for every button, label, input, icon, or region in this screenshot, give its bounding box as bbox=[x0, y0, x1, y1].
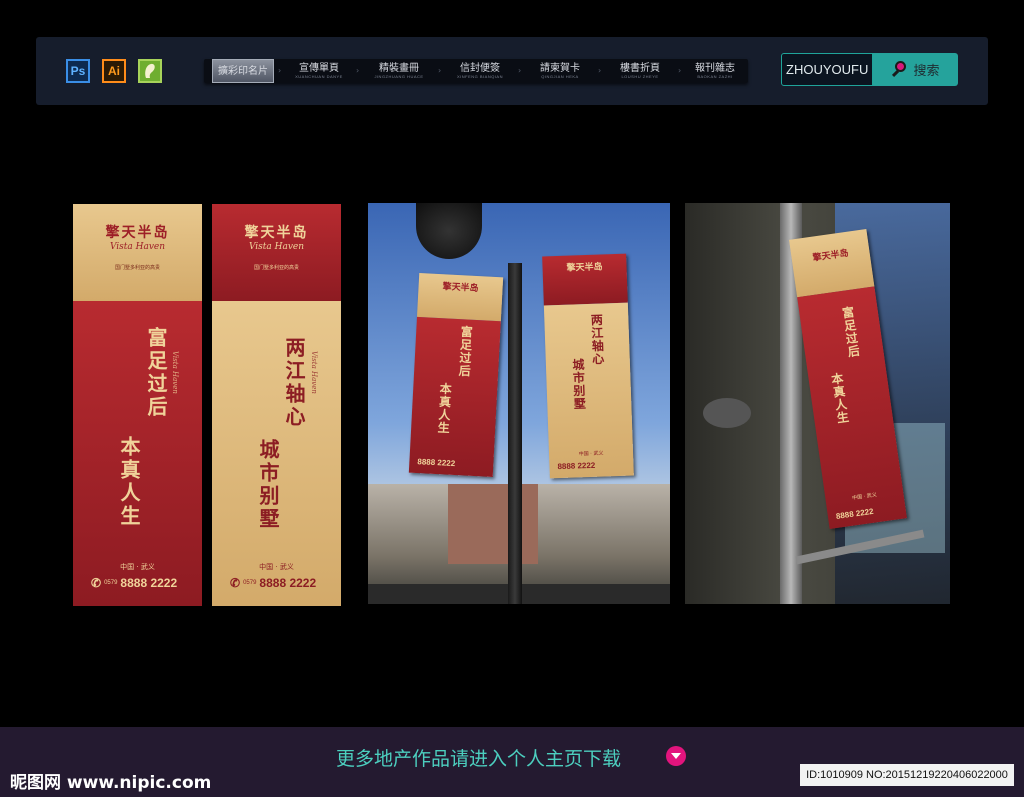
nav-item-magazines[interactable]: 報刊雜志 BAOKAN ZAZHI bbox=[684, 59, 746, 83]
banner-tagline: 国门墅多利亚的高贵 bbox=[114, 265, 160, 271]
lamp-head bbox=[703, 398, 751, 428]
banner-body: 富足过后 本真人生 Vista Haven 中国 · 武义 ✆ 0579 888… bbox=[73, 301, 202, 606]
nav-separator: › bbox=[598, 66, 602, 75]
banner-brand-script: Vista Haven bbox=[248, 242, 305, 252]
nav-item-invitations[interactable]: 請柬賀卡 QINGJIAN HEKA bbox=[524, 59, 596, 83]
banner-tagline: 国门墅多利亚的高贵 bbox=[253, 265, 299, 271]
search-input[interactable] bbox=[781, 53, 873, 86]
banner-body: 两江轴心 城市别墅 Vista Haven 中国 · 武义 ✆ 0579 888… bbox=[212, 301, 341, 606]
nav-separator: › bbox=[518, 66, 522, 75]
photoshop-icon[interactable]: Ps bbox=[66, 59, 90, 83]
banner-slogan-line1: 富足过后 bbox=[144, 327, 168, 419]
banner-slogan-line2: 本真人生 bbox=[117, 436, 141, 528]
banner-header: 擎天半岛 Vista Haven 国门墅多利亚的高贵 bbox=[212, 204, 341, 301]
search-button[interactable]: 搜索 bbox=[873, 53, 958, 86]
banner-script-text: Vista Haven bbox=[171, 351, 179, 394]
mockup-photo-building: 擎天半岛 富足过后 本真人生 中国 · 武义 8888 2222 bbox=[685, 203, 950, 604]
nav-separator: › bbox=[678, 66, 682, 75]
nav-separator: › bbox=[278, 66, 282, 75]
banner-location: 中国 · 武义 bbox=[120, 563, 155, 571]
chevron-down-icon[interactable] bbox=[666, 746, 686, 766]
banner-brand-script: Vista Haven bbox=[109, 242, 166, 252]
banner-location: 中国 · 武义 bbox=[259, 563, 294, 571]
category-nav: 擴彩印名片 › 宣傳單頁 XUANCHUAN DANYE › 精裝畫冊 JINGZH… bbox=[204, 59, 748, 83]
search-icon bbox=[891, 60, 909, 79]
lamp-pole bbox=[508, 263, 522, 604]
image-id-label: ID:1010909 NO:20151219220406022000 bbox=[800, 764, 1014, 786]
search-button-label: 搜索 bbox=[913, 64, 940, 79]
banner-header: 擎天半岛 Vista Haven 国门墅多利亚的高贵 bbox=[73, 204, 202, 301]
banner-phone: ✆ 0579 8888 2222 bbox=[230, 576, 317, 590]
profile-logo-icon[interactable] bbox=[138, 59, 162, 83]
lamp-head bbox=[416, 203, 482, 259]
nav-item-brochures[interactable]: 精裝畫冊 JINGZHUANG HUACE bbox=[362, 59, 436, 83]
nav-separator: › bbox=[438, 66, 442, 75]
phone-icon: ✆ bbox=[230, 576, 241, 590]
banner-brand: 擎天半岛 bbox=[244, 225, 309, 241]
nav-item-flyers[interactable]: 宣傳單頁 XUANCHUAN DANYE bbox=[284, 59, 354, 83]
banner-slogan-line2: 城市别墅 bbox=[256, 439, 280, 531]
phone-icon: ✆ bbox=[91, 576, 102, 590]
hung-banner-1: 擎天半岛 富足过后 本真人生 8888 2222 bbox=[408, 272, 504, 478]
banner-design-2: 擎天半岛 Vista Haven 国门墅多利亚的高贵 两江轴心 城市别墅 Vis… bbox=[212, 204, 341, 606]
nav-separator: › bbox=[356, 66, 360, 75]
banner-brand: 擎天半岛 bbox=[105, 225, 170, 241]
banner-design-1: 擎天半岛 Vista Haven 国门墅多利亚的高贵 富足过后 本真人生 Vis… bbox=[73, 204, 202, 606]
illustrator-icon[interactable]: Ai bbox=[102, 59, 126, 83]
mockup-photo-street: 擎天半岛 富足过后 本真人生 8888 2222 擎天半岛 两江轴心 城市别墅 … bbox=[368, 203, 670, 604]
banner-slogan-line1: 两江轴心 bbox=[282, 337, 306, 429]
footer-link-text[interactable]: 更多地产作品请进入个人主页下载 bbox=[336, 744, 621, 771]
top-toolbar: Ps Ai 擴彩印名片 › 宣傳單頁 XUANCHUAN DANYE › 精裝畫冊… bbox=[36, 37, 988, 105]
nav-item-cards[interactable]: 擴彩印名片 bbox=[212, 59, 274, 83]
nav-item-envelopes[interactable]: 信封便簽 XINFENG BIANQIAN bbox=[444, 59, 516, 83]
building-shape bbox=[448, 484, 538, 564]
site-watermark: 昵图网 www.nipic.com bbox=[10, 773, 212, 793]
nav-item-foldouts[interactable]: 樓書折頁 LOUSHU ZHEYE bbox=[604, 59, 676, 83]
footer-bar: 更多地产作品请进入个人主页下载 昵图网 www.nipic.com bbox=[0, 727, 1024, 797]
hung-banner-2: 擎天半岛 两江轴心 城市别墅 中国 · 武义 8888 2222 bbox=[542, 253, 634, 479]
banner-script-text: Vista Haven bbox=[310, 351, 318, 394]
banner-phone: ✆ 0579 8888 2222 bbox=[91, 576, 178, 590]
